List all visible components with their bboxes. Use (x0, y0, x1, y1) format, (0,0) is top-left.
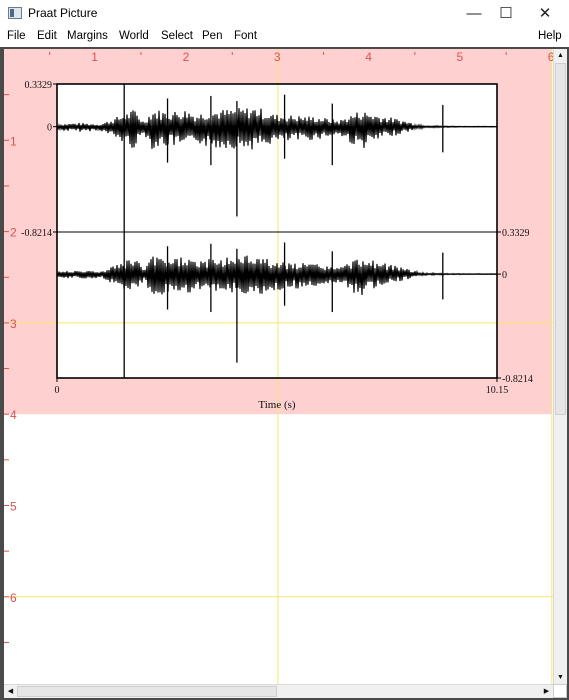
menu-edit[interactable]: Edit (37, 30, 57, 42)
maximize-button[interactable]: ☐ (487, 0, 525, 28)
window-title: Praat Picture (28, 6, 98, 20)
menu-pen[interactable]: Pen (202, 30, 222, 42)
scroll-up-icon[interactable]: ▲ (554, 49, 567, 62)
menu-file[interactable]: File (7, 30, 26, 42)
scroll-right-icon[interactable]: ▶ (540, 685, 553, 698)
horizontal-scrollbar[interactable]: ◀ ▶ (4, 684, 553, 698)
ruler-vertical-label: 3 (10, 317, 17, 331)
ruler-horizontal-label: 3 (274, 50, 281, 64)
y-tick-label: 0 (502, 270, 507, 281)
vertical-scrollbar[interactable]: ▲ ▼ (553, 49, 567, 684)
menu-margins[interactable]: Margins (67, 30, 108, 42)
waveform-plot: 0.3329 0 -0.8214 0.3329 0 -0.8214 0 10.15 Time (… (21, 80, 533, 411)
close-button[interactable]: ✕ (526, 0, 564, 28)
menu-world[interactable]: World (119, 30, 149, 42)
y-tick-label: 0.3329 (502, 228, 530, 239)
x-tick-label: 0 (55, 385, 60, 396)
picture-svg: 1234561234567 0.33290-0.82140.33290-0.82… (4, 49, 553, 684)
ruler-vertical-label: 4 (10, 408, 17, 422)
ruler-vertical-label: 1 (10, 134, 17, 148)
y-tick-label: 0 (47, 123, 52, 134)
praat-app-icon (8, 7, 22, 19)
menu-font[interactable]: Font (234, 30, 257, 42)
scroll-left-icon[interactable]: ◀ (4, 685, 17, 698)
scrollbar-corner (553, 684, 567, 698)
ruler-horizontal-label: 5 (457, 50, 464, 64)
y-tick-label: -0.8214 (21, 228, 52, 239)
picture-canvas[interactable]: 1234561234567 0.33290-0.82140.33290-0.82… (4, 49, 553, 684)
ruler-horizontal-label: 4 (365, 50, 372, 64)
horizontal-scroll-thumb[interactable] (17, 686, 277, 697)
ruler-vertical-label: 5 (10, 500, 17, 514)
ruler-vertical-label: 2 (10, 226, 17, 240)
menu-help[interactable]: Help (538, 30, 562, 42)
title-bar: Praat Picture — ☐ ✕ (0, 0, 569, 28)
x-axis-label: Time (s) (258, 399, 296, 411)
ruler-horizontal-label: 2 (183, 50, 190, 64)
x-tick-label: 10.15 (486, 385, 509, 396)
y-tick-label: -0.8214 (502, 374, 533, 385)
menu-select[interactable]: Select (161, 30, 193, 42)
y-tick-label: 0.3329 (25, 80, 53, 91)
scroll-down-icon[interactable]: ▼ (554, 671, 567, 684)
ruler-horizontal-label: 1 (91, 50, 98, 64)
ruler-vertical-label: 6 (10, 591, 17, 605)
menu-bar: File Edit Margins World Select Pen Font … (0, 28, 569, 47)
vertical-scroll-thumb[interactable] (555, 63, 566, 415)
